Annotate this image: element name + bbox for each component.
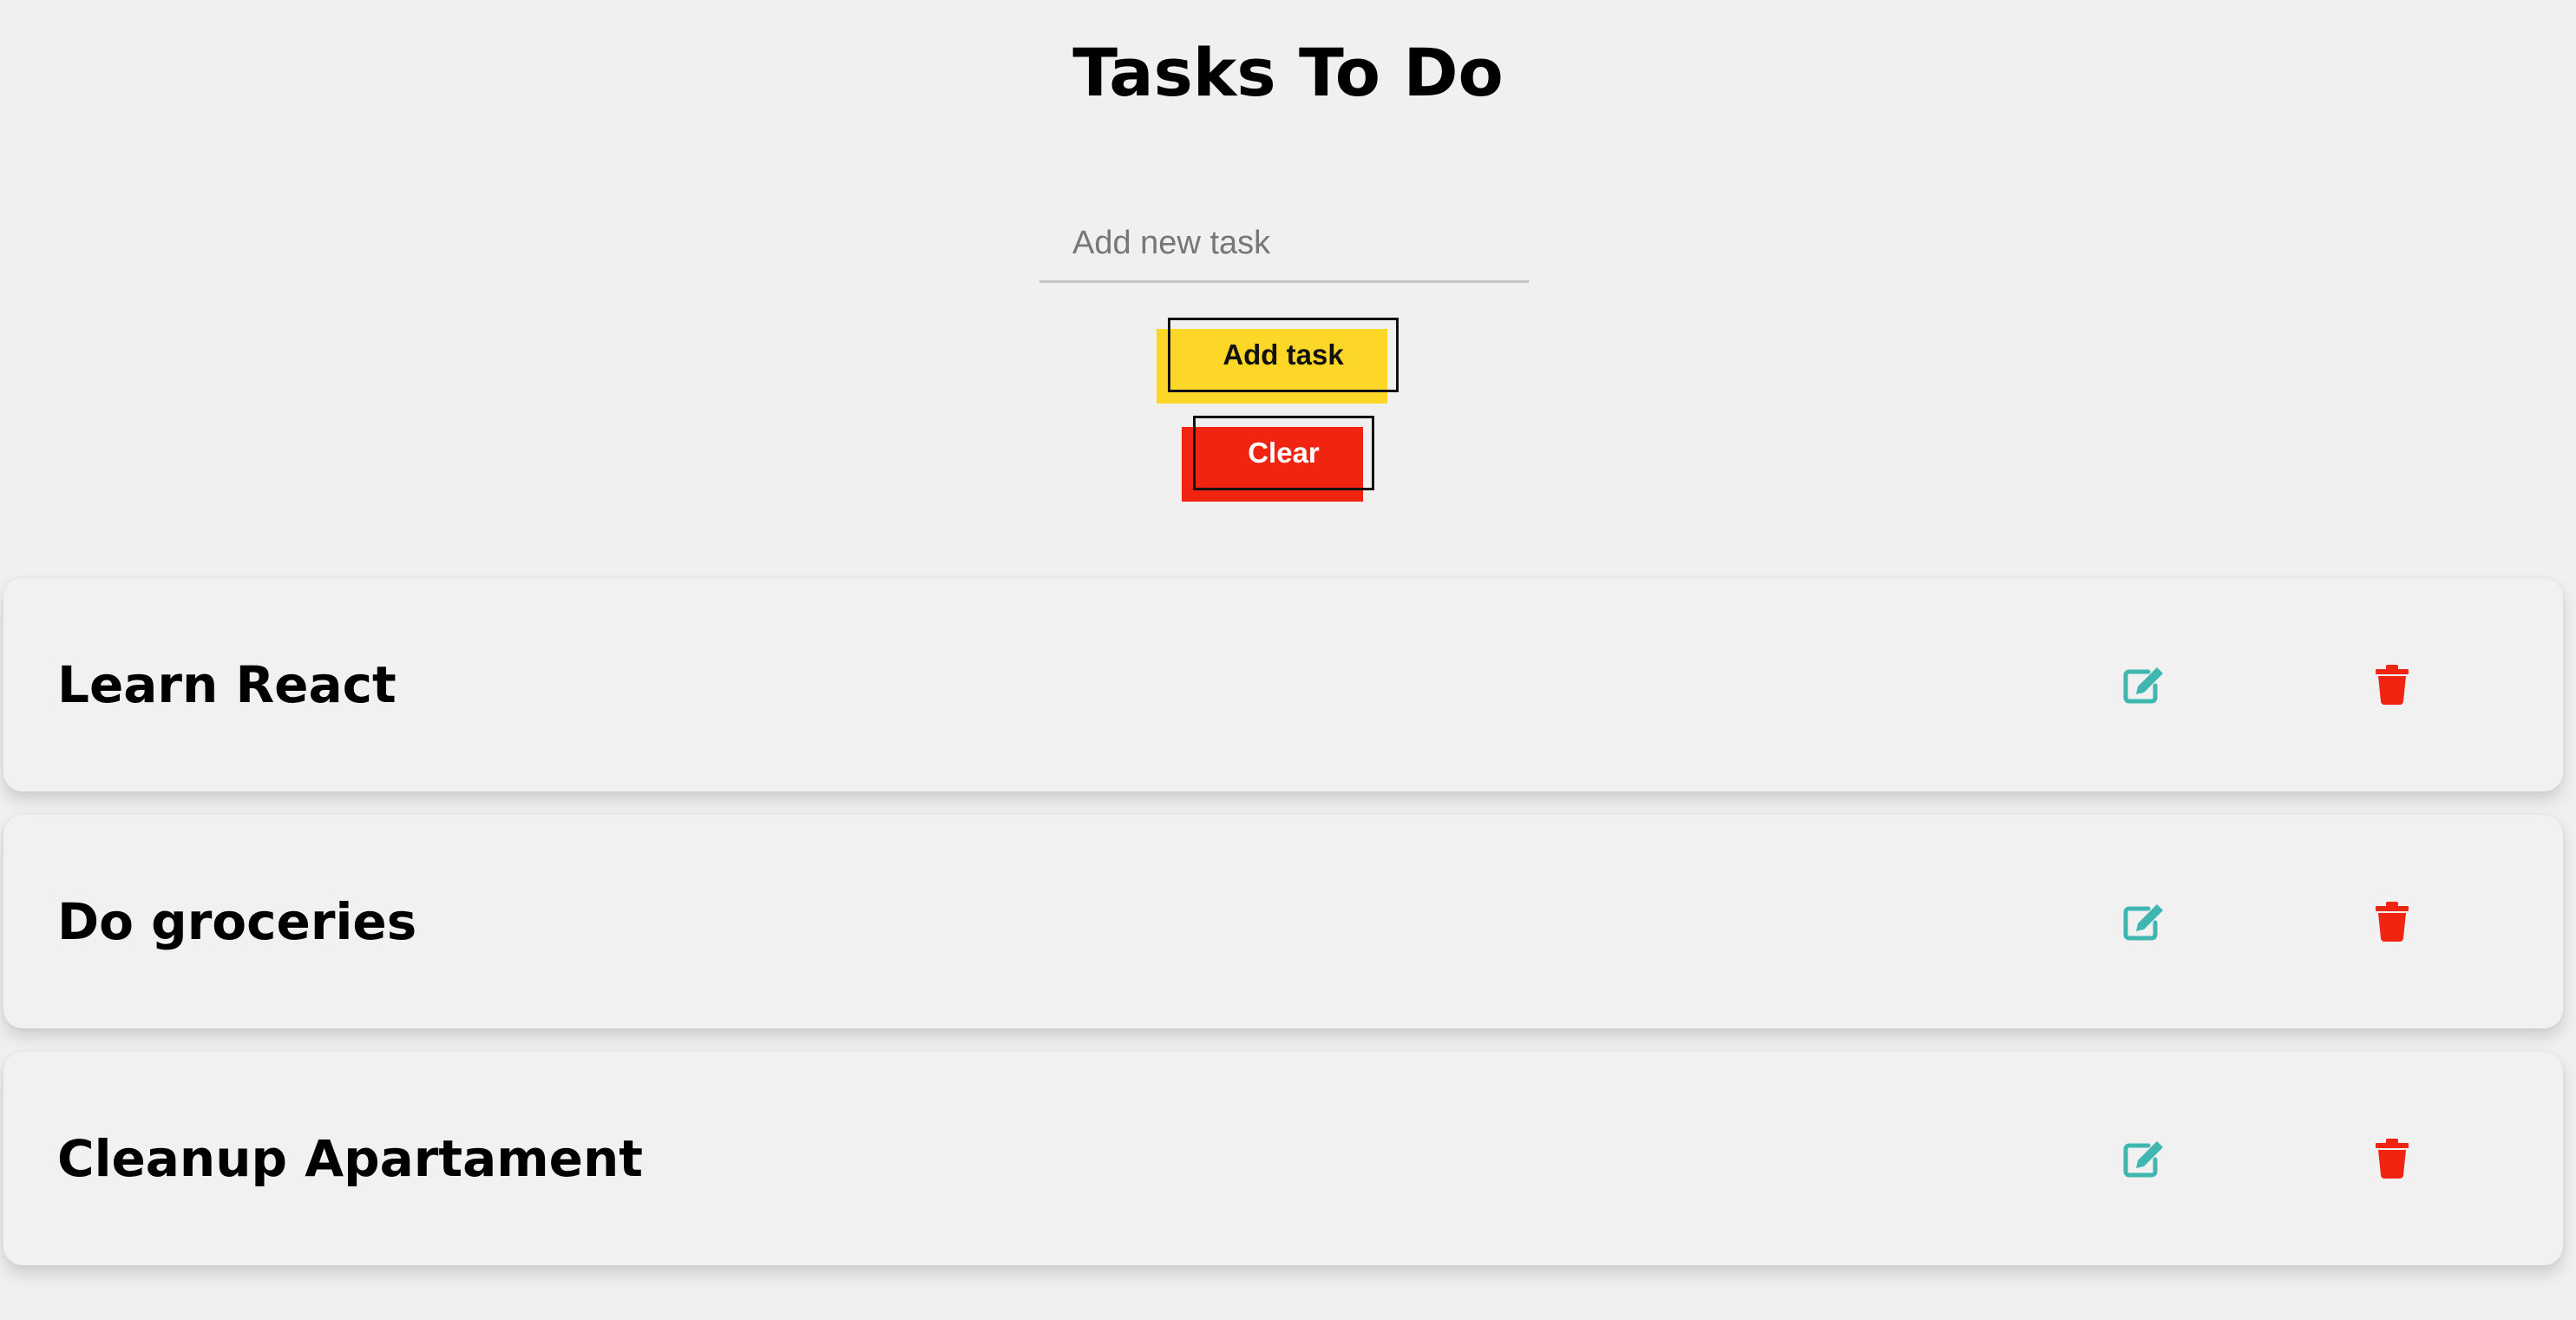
delete-task-button[interactable] (2368, 660, 2416, 709)
task-item: Learn React (3, 578, 2563, 791)
delete-task-button[interactable] (2368, 897, 2416, 946)
task-item: Do groceries (3, 815, 2563, 1028)
new-task-input[interactable] (1039, 207, 1529, 283)
edit-icon (2123, 1141, 2163, 1178)
task-name: Do groceries (57, 892, 417, 951)
page-title: Tasks To Do (1072, 34, 1504, 111)
edit-task-button[interactable] (2120, 660, 2168, 709)
task-name: Learn React (57, 655, 397, 714)
edit-icon (2123, 904, 2163, 941)
clear-button[interactable]: Clear (1182, 416, 1374, 502)
add-task-button-label: Add task (1168, 318, 1399, 392)
trash-icon (2376, 902, 2409, 942)
trash-icon (2376, 1139, 2409, 1179)
edit-icon (2123, 667, 2163, 704)
clear-button-label: Clear (1193, 416, 1374, 490)
trash-icon (2376, 665, 2409, 705)
task-name: Cleanup Apartament (57, 1129, 644, 1188)
add-task-button[interactable]: Add task (1157, 318, 1399, 404)
task-list: Learn React Do groceries Cleanup Apartam… (3, 578, 2563, 1289)
delete-task-button[interactable] (2368, 1134, 2416, 1183)
edit-task-button[interactable] (2120, 897, 2168, 946)
task-item: Cleanup Apartament (3, 1052, 2563, 1265)
edit-task-button[interactable] (2120, 1134, 2168, 1183)
